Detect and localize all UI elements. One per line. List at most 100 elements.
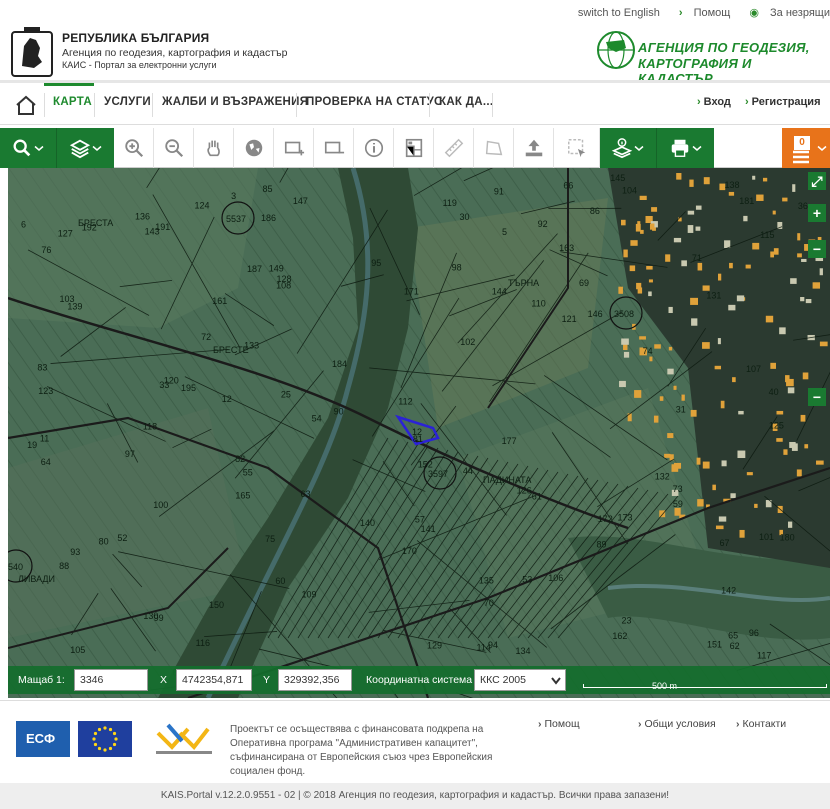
parcel-number-label: 57 [415,515,425,525]
parcel-number-label: 135 [479,576,494,586]
tab-complaints[interactable]: ЖАЛБИ И ВЪЗРАЖЕНИЯ [162,96,308,108]
building [788,387,795,393]
parcel-number-label: 106 [548,573,563,583]
parcel-number-label: 19 [27,440,37,450]
login-link[interactable]: ›Вход [697,96,731,108]
parcel-number-label: 140 [360,518,375,528]
zoom-in-button[interactable] [114,128,154,168]
top-links: switch to English ›Помощ ◉За незрящи [570,6,830,19]
x-label: X [160,674,167,686]
tab-how-to[interactable]: КАК ДА... [439,96,493,108]
full-extent-button[interactable] [234,128,274,168]
building [703,462,710,469]
parcel-number-label: 130 [143,611,158,621]
zoom-in-icon [123,137,145,159]
parcel-number-label: 75 [265,534,275,544]
map-imagery: 1081071104054101636667717273747580818283… [8,168,830,698]
eu-flag-logo [78,721,132,757]
print-icon [669,137,691,159]
zoom-out-side-button[interactable]: − [808,240,826,258]
parcel-number-label: 103 [60,294,75,304]
pan-up-button[interactable]: − [808,388,826,406]
building [746,265,751,269]
search-tool-button[interactable] [0,128,57,168]
building [640,230,644,234]
scale-input[interactable]: 3346 [74,669,148,691]
building [649,357,652,362]
cadastral-region-label: 3597 [428,469,448,479]
chevron-down-icon [551,677,561,685]
opak-logo [152,719,216,759]
chevron-down-icon [91,137,103,159]
coordinate-bar: Мащаб 1: 3346 X 4742354,871 Y 329392,356… [8,666,830,694]
building [646,266,652,270]
zoom-rect-in-button[interactable] [274,128,314,168]
crs-select-value: ККС 2005 [480,674,526,686]
parcel-number-label: 146 [588,309,603,319]
zoom-rect-out-button[interactable] [314,128,354,168]
footer-contacts-link[interactable]: ›Контакти [736,718,786,730]
map-canvas[interactable]: 1081071104054101636667717273747580818283… [8,168,830,698]
register-link[interactable]: ›Регистрация [745,96,820,108]
building [770,363,776,369]
layers-icon [69,137,91,159]
tab-map[interactable]: КАРТА [53,96,92,108]
upload-button[interactable] [514,128,554,168]
info-button[interactable] [354,128,394,168]
home-icon[interactable] [8,91,44,119]
pan-button[interactable] [194,128,234,168]
visually-impaired-link[interactable]: ◉За незрящи [741,7,830,19]
building [715,366,721,369]
identify-parcel-button[interactable] [394,128,434,168]
parcel-number-label: 62 [730,641,740,651]
menu-icon [792,150,810,164]
crs-select[interactable]: ККС 2005 [474,669,566,691]
parcel-number-label: 138 [725,180,740,190]
building [650,223,654,229]
parcel-number-label: 31 [676,404,686,414]
building [773,211,776,215]
zoom-out-button[interactable] [154,128,194,168]
fullscreen-icon[interactable]: ⤢ [808,172,826,190]
building [690,298,698,305]
measure-area-button[interactable] [474,128,514,168]
building [728,305,735,311]
footer-help-link[interactable]: ›Помощ [538,718,580,730]
parcel-number-label: 116 [196,638,210,648]
parcel-number-label: 64 [41,457,51,467]
parcel-number-label: 5 [502,227,507,237]
parcel-number-label: 44 [463,466,473,476]
login-label: Вход [704,96,731,108]
y-label: Y [263,674,270,686]
help-link[interactable]: ›Помощ [671,7,730,19]
chevron-right-icon: › [745,96,749,108]
parcel-number-label: 161 [212,296,227,306]
identify-parcel-icon [403,137,425,159]
layers-tool-button[interactable] [57,128,114,168]
footer-terms-link[interactable]: ›Общи условия [638,718,716,730]
building [667,433,673,438]
parcel-number-label: 109 [302,589,317,599]
project-funding-text: Проектът се осъществява с финансовата по… [230,723,510,779]
chevron-down-icon [633,137,645,159]
locality-label: ТЪРНА [508,278,539,288]
tab-services[interactable]: УСЛУГИ [104,96,151,108]
cadastral-region-label: 5537 [226,214,246,224]
switch-language-link[interactable]: switch to English [578,7,660,19]
layer-info-button[interactable] [600,128,657,168]
building [747,472,753,475]
zoom-in-side-button[interactable]: + [808,204,826,222]
y-coordinate-input[interactable]: 329392,356 [278,669,352,691]
scale-prefix: 1: [56,674,65,686]
tab-status-check[interactable]: ПРОВЕРКА НА СТАТУС [306,96,443,108]
print-button[interactable] [657,128,714,168]
building [676,173,681,180]
building [639,336,646,339]
eu-star [94,732,97,735]
x-coordinate-input[interactable]: 4742354,871 [176,669,252,691]
select-area-button[interactable] [554,128,600,168]
parcel-number-label: 92 [538,219,548,229]
measure-distance-button[interactable] [434,128,474,168]
building [730,493,735,498]
building [621,220,626,226]
